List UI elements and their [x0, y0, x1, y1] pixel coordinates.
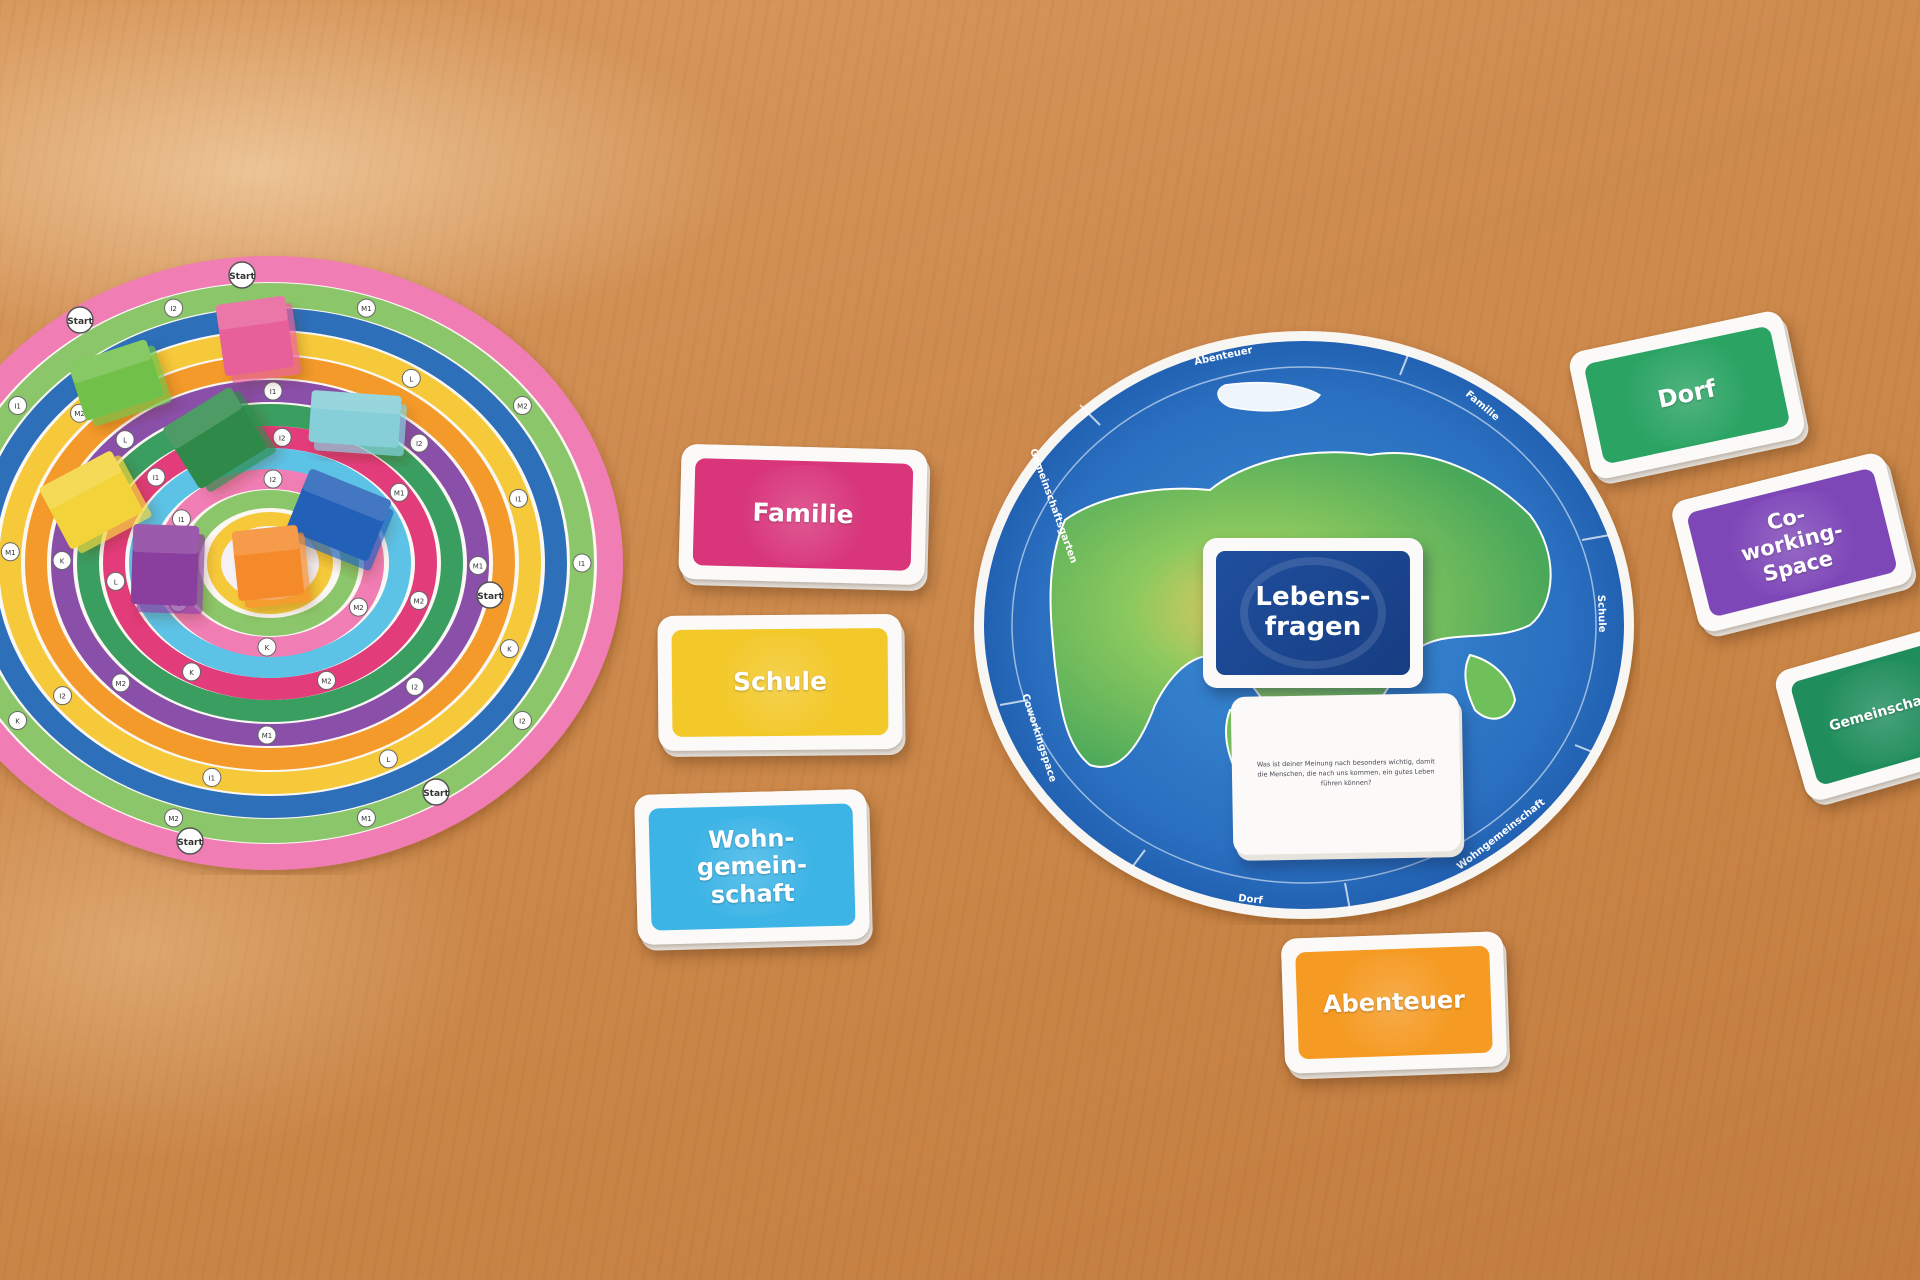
- deck-label-schule: Schule: [732, 666, 828, 697]
- field-label: K: [265, 644, 270, 652]
- field-label: M1: [361, 305, 372, 313]
- field-label: I1: [153, 474, 160, 482]
- field-label: I2: [519, 718, 526, 726]
- deck-gemeinschaft[interactable]: Gemeinschaft: [1772, 621, 1920, 804]
- card-top: Abenteuer: [1280, 931, 1508, 1074]
- card-label-lebensfragen: Lebens- fragen: [1255, 582, 1371, 642]
- field-label: I2: [170, 305, 177, 313]
- card-face-dorf: Dorf: [1583, 325, 1791, 465]
- deck-label-abenteuer: Abenteuer: [1322, 985, 1466, 1019]
- field-label: L: [386, 756, 390, 764]
- field-label: I2: [270, 476, 277, 484]
- field-label: I1: [209, 774, 216, 782]
- field-label: I1: [14, 402, 21, 410]
- field-label: M2: [116, 680, 127, 688]
- field-label: M2: [414, 598, 425, 606]
- card-face-schule: Schule: [671, 628, 889, 737]
- deck-wohngemeinschaft[interactable]: Wohn- gemein- schaft: [634, 788, 870, 946]
- deck-schule[interactable]: Schule: [657, 613, 903, 752]
- field-label: K: [15, 718, 20, 726]
- card-face-gemeinschaft: Gemeinschaft: [1789, 638, 1920, 787]
- card-face-lebensfragen: Lebens- fragen: [1216, 551, 1410, 675]
- deck-label-familie: Familie: [752, 497, 854, 530]
- field-label: M1: [473, 563, 484, 571]
- orange-block[interactable]: [231, 524, 312, 609]
- field-label: I1: [579, 560, 586, 568]
- question-card[interactable]: Was ist deiner Meinung nach besonders wi…: [1230, 693, 1462, 855]
- card-face-wohngemeinschaft: Wohn- gemein- schaft: [648, 803, 856, 931]
- field-label: I1: [515, 495, 522, 503]
- field-label: M1: [5, 549, 16, 557]
- spiral-game-board: Start Start Start Start Start I1 I2 M1 M2 K L…: [0, 256, 623, 870]
- deck-abenteuer[interactable]: Abenteuer: [1280, 931, 1508, 1074]
- field-label: M1: [361, 815, 372, 823]
- field-label: M2: [353, 604, 364, 612]
- field-label: M1: [394, 489, 405, 497]
- segment-label-schule: Schule: [1595, 595, 1607, 633]
- field-label: K: [60, 557, 65, 565]
- field-label: I1: [270, 388, 277, 396]
- field-label: K: [189, 669, 194, 677]
- card-top: Familie: [678, 443, 928, 586]
- card-top: Schule: [657, 613, 903, 752]
- field-label: K: [507, 646, 512, 654]
- field-label: I2: [416, 440, 423, 448]
- pink-block[interactable]: [215, 295, 302, 385]
- start-label: Start: [477, 592, 503, 602]
- card-top: Co- working- Space: [1668, 450, 1916, 635]
- field-label: M1: [262, 732, 273, 740]
- purple-block[interactable]: [130, 524, 205, 615]
- card-lebensfragen[interactable]: Lebens- fragen: [1203, 538, 1423, 688]
- field-label: I2: [412, 683, 419, 691]
- field-label: L: [409, 375, 413, 383]
- card-face-familie: Familie: [692, 458, 914, 571]
- field-label: I2: [59, 693, 66, 701]
- field-label: I1: [178, 516, 185, 524]
- start-label: Start: [67, 317, 93, 327]
- field-label: I2: [279, 434, 286, 442]
- start-label: Start: [423, 789, 449, 799]
- deck-label-wohngemeinschaft: Wohn- gemein- schaft: [696, 823, 808, 909]
- field-label: M2: [517, 402, 528, 410]
- card-face-coworking: Co- working- Space: [1685, 467, 1899, 618]
- card-top: Wohn- gemein- schaft: [634, 788, 870, 946]
- field-label: L: [123, 437, 127, 445]
- field-label: L: [114, 578, 118, 586]
- card-face-abenteuer: Abenteuer: [1295, 945, 1493, 1060]
- card-top: Gemeinschaft: [1772, 621, 1920, 804]
- deck-coworking[interactable]: Co- working- Space: [1668, 450, 1916, 635]
- start-label: Start: [229, 272, 255, 282]
- deck-familie[interactable]: Familie: [678, 443, 928, 586]
- teal-block[interactable]: [308, 390, 408, 457]
- field-label: M2: [321, 677, 332, 685]
- field-label: M2: [168, 815, 179, 823]
- start-label: Start: [177, 838, 203, 848]
- question-text: Was ist deiner Meinung nach besonders wi…: [1256, 757, 1435, 788]
